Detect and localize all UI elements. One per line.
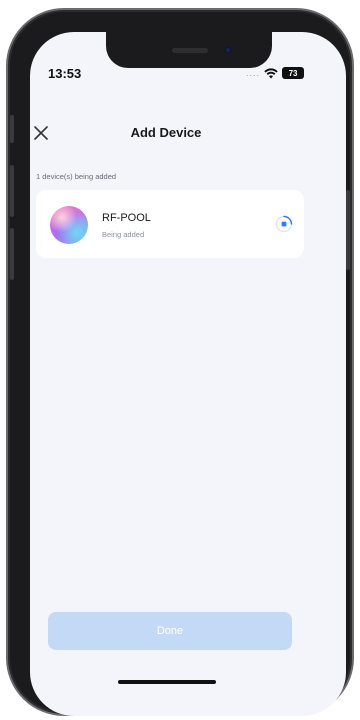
earpiece-speaker	[172, 48, 208, 53]
done-button[interactable]: Done	[48, 612, 292, 650]
status-indicators: .... 73	[246, 66, 305, 80]
wifi-icon	[264, 67, 278, 78]
loading-spinner-icon	[275, 215, 293, 233]
volume-down-button	[10, 228, 14, 280]
power-button	[346, 190, 350, 270]
device-name: RF-POOL	[102, 212, 151, 224]
volume-up-button	[10, 165, 14, 217]
device-status: Being added	[102, 230, 145, 239]
device-avatar	[50, 206, 88, 244]
home-indicator	[118, 680, 216, 684]
notch	[106, 32, 272, 68]
status-time: 13:53	[48, 66, 82, 81]
phone-frame: 13:53 .... 73 Add Device 1 device(s) bei…	[6, 8, 354, 716]
page-title: Add Device	[130, 125, 202, 140]
devices-count-label: 1 device(s) being added	[36, 172, 117, 181]
battery-indicator: 73	[282, 67, 305, 79]
front-camera	[224, 46, 232, 54]
device-card[interactable]: RF-POOL Being added	[36, 190, 304, 258]
signal-dots: ....	[246, 68, 261, 78]
